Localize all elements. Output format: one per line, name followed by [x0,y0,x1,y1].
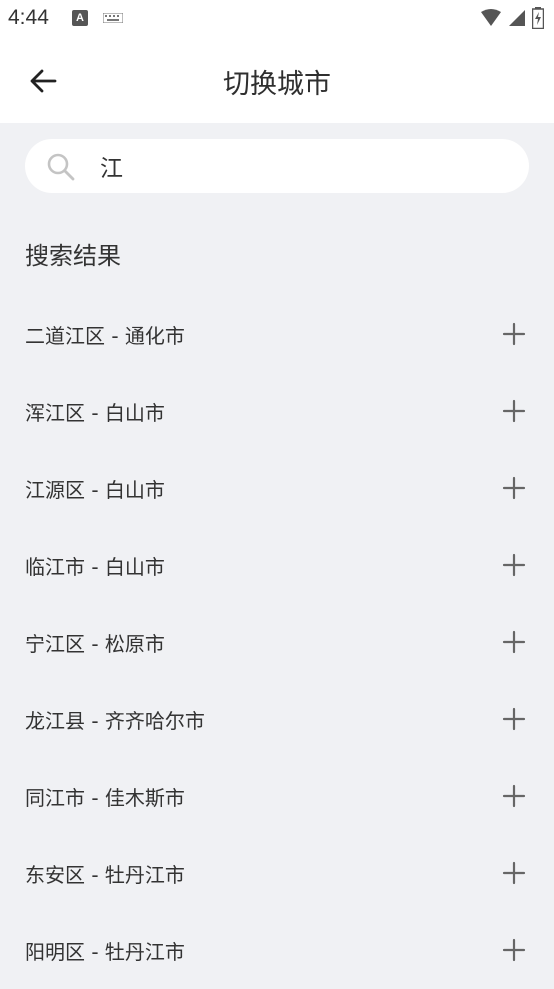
search-icon [47,153,75,181]
results-heading: 搜索结果 [25,242,121,270]
add-icon[interactable] [500,936,528,964]
result-item[interactable]: 宁江区 - 松原市 [0,604,554,681]
result-item[interactable]: 临江市 - 白山市 [0,527,554,604]
add-icon[interactable] [500,397,528,425]
result-label: 龙江县 - 齐齐哈尔市 [25,709,205,733]
result-item[interactable]: 二道江区 - 通化市 [0,296,554,373]
add-icon[interactable] [500,705,528,733]
result-label: 浑江区 - 白山市 [25,401,165,425]
add-icon[interactable] [500,782,528,810]
add-icon[interactable] [500,551,528,579]
add-icon[interactable] [500,474,528,502]
result-label: 东安区 - 牡丹江市 [25,863,185,887]
add-icon[interactable] [500,859,528,887]
results-list: 二道江区 - 通化市 浑江区 - 白山市 江源区 - 白山市 临江市 - 白山市… [0,296,554,989]
status-bar: 4:44 A [0,0,554,40]
result-item[interactable]: 阳明区 - 牡丹江市 [0,912,554,989]
result-label: 临江市 - 白山市 [25,555,165,579]
result-label: 阳明区 - 牡丹江市 [25,940,185,964]
notification-a-icon: A [72,10,88,26]
page-title: 切换城市 [223,69,331,100]
signal-icon [509,10,525,26]
status-icons [480,7,544,29]
battery-icon [532,7,544,29]
search-bar[interactable] [25,139,529,193]
result-item[interactable]: 龙江县 - 齐齐哈尔市 [0,681,554,758]
result-label: 二道江区 - 通化市 [25,324,185,348]
result-label: 江源区 - 白山市 [25,478,165,502]
add-icon[interactable] [500,628,528,656]
wifi-icon [481,9,501,26]
result-item[interactable]: 东安区 - 牡丹江市 [0,835,554,912]
keyboard-icon [103,13,123,23]
result-item[interactable]: 江源区 - 白山市 [0,450,554,527]
app-bar: 切换城市 [0,40,554,123]
search-input[interactable] [98,145,512,187]
status-time: 4:44 [8,6,49,29]
result-label: 宁江区 - 松原市 [25,632,165,656]
result-label: 同江市 - 佳木斯市 [25,786,185,810]
result-item[interactable]: 浑江区 - 白山市 [0,373,554,450]
result-item[interactable]: 同江市 - 佳木斯市 [0,758,554,835]
add-icon[interactable] [500,320,528,348]
